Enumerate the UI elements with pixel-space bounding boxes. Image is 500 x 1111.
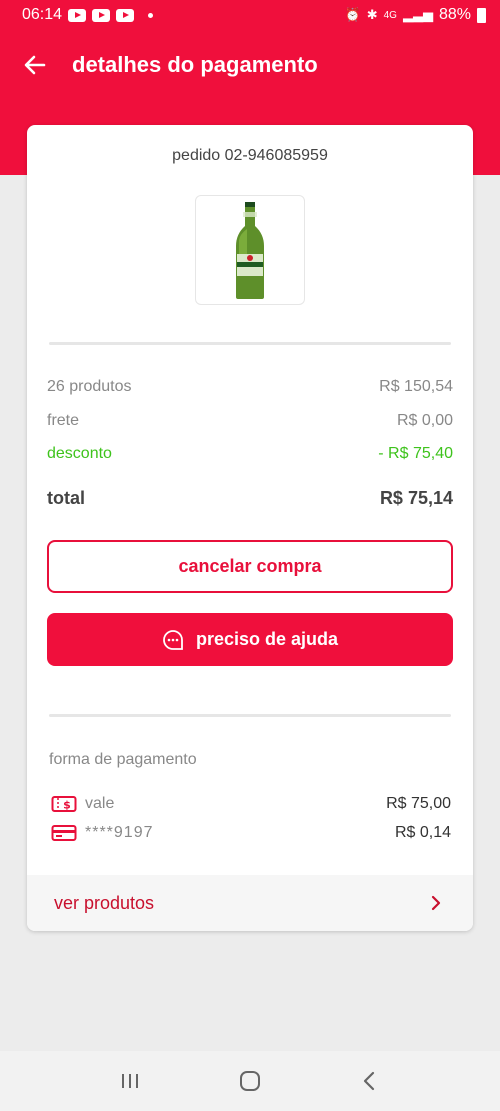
card-amount: R$ 0,14 [394, 824, 451, 841]
summary-total-row: total R$ 75,14 [47, 488, 453, 509]
network-icon: 4G [383, 9, 397, 21]
battery-level: 88% [438, 6, 471, 23]
bluetooth-icon: ✱ [366, 7, 378, 22]
order-number: pedido 02-946085959 [172, 147, 328, 164]
chevron-right-icon [431, 895, 441, 911]
summary-shipping-row: frete R$ 0,00 [47, 412, 453, 430]
home-icon[interactable] [237, 1068, 263, 1094]
payment-method-voucher: $ vale R$ 75,00 [51, 795, 451, 813]
notification-dot-icon [148, 12, 154, 18]
alarm-icon: ⏰ [344, 7, 361, 22]
discount-value: - R$ 75,40 [378, 445, 453, 462]
system-navigation-bar [0, 1051, 500, 1111]
voucher-label: vale [85, 795, 115, 812]
battery-icon [477, 7, 486, 23]
back-nav-icon[interactable] [358, 1069, 382, 1093]
divider [49, 714, 451, 717]
card-number: ****9197 [85, 824, 154, 841]
voucher-icon: $ [51, 796, 77, 812]
cancel-purchase-button[interactable]: cancelar compra [47, 540, 453, 593]
total-label: total [47, 488, 85, 508]
youtube-icon [68, 8, 87, 22]
back-button[interactable] [22, 52, 48, 78]
summary-discount-row: desconto - R$ 75,40 [47, 445, 453, 463]
payment-method-card: ****9197 R$ 0,14 [51, 824, 451, 842]
products-value: R$ 150,54 [379, 378, 453, 395]
cancel-purchase-label: cancelar compra [178, 556, 322, 576]
summary-products-row: 26 produtos R$ 150,54 [47, 378, 453, 396]
chat-bubble-icon [163, 629, 183, 650]
total-value: R$ 75,14 [379, 488, 453, 508]
see-products-row[interactable]: ver produtos [27, 875, 473, 931]
beer-bottle-image [236, 202, 264, 299]
youtube-icon [116, 8, 135, 22]
recent-apps-icon[interactable] [118, 1069, 142, 1093]
credit-card-icon [51, 825, 77, 841]
divider [49, 342, 451, 345]
products-label: 26 produtos [47, 378, 132, 395]
youtube-icon [92, 8, 111, 22]
help-label: preciso de ajuda [195, 629, 339, 649]
voucher-amount: R$ 75,00 [386, 795, 451, 812]
signal-icon: ▂▃▅ [402, 7, 433, 22]
help-button[interactable]: preciso de ajuda [47, 613, 453, 666]
shipping-label: frete [47, 412, 80, 429]
discount-label: desconto [47, 445, 112, 462]
status-bar: 06:14 ⏰ ✱ 4G ▂▃▅ 88% [0, 0, 500, 30]
shipping-value: R$ 0,00 [396, 412, 453, 429]
clock: 06:14 [22, 6, 63, 23]
payment-details-card: pedido 02-946085959 26 produtos R$ 150,5… [27, 125, 473, 931]
arrow-left-icon [24, 55, 46, 75]
payment-section-title: forma de pagamento [49, 751, 197, 768]
svg-text:$: $ [63, 799, 71, 812]
see-products-label: ver produtos [54, 892, 155, 913]
page-title: detalhes do pagamento [72, 52, 318, 77]
product-thumbnail[interactable] [195, 195, 305, 305]
